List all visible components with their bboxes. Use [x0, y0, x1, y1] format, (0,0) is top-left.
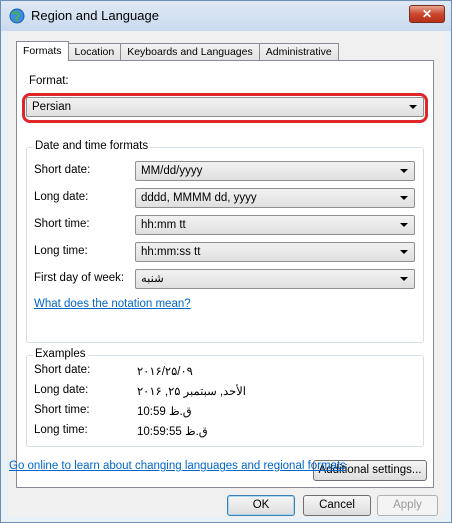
chevron-down-icon	[409, 105, 417, 109]
ok-button[interactable]: OK	[227, 495, 295, 516]
cancel-button[interactable]: Cancel	[303, 495, 371, 516]
example-long-time-label: Long time:	[34, 424, 88, 436]
examples-group: Examples Short date: ۲۰۱۶/۲۵/۰۹ Long dat…	[26, 348, 424, 447]
region-language-dialog: Region and Language ✕ Formats Location K…	[0, 0, 452, 523]
long-time-value: hh:mm:ss tt	[141, 246, 201, 258]
example-long-date-value: الأحد, سبتمبر ۲۵, ۲۰۱۶	[137, 386, 246, 398]
long-time-label: Long time:	[34, 245, 88, 257]
long-date-label: Long date:	[34, 191, 89, 203]
apply-button[interactable]: Apply	[377, 495, 438, 516]
formats-panel: Format: Persian Date and time formats Sh…	[16, 60, 434, 488]
chevron-down-icon	[400, 169, 408, 173]
format-select[interactable]: Persian	[26, 97, 424, 117]
online-help-link[interactable]: Go online to learn about changing langua…	[9, 460, 346, 472]
example-short-date-value: ۲۰۱۶/۲۵/۰۹	[137, 366, 193, 378]
first-day-select[interactable]: شنبه	[135, 269, 415, 289]
chevron-down-icon	[400, 277, 408, 281]
title-bar: Region and Language ✕	[1, 1, 451, 31]
long-date-select[interactable]: dddd, MMMM dd, yyyy	[135, 188, 415, 208]
chevron-down-icon	[400, 196, 408, 200]
close-icon: ✕	[421, 7, 433, 21]
short-time-value: hh:mm tt	[141, 219, 186, 231]
short-date-label: Short date:	[34, 164, 91, 176]
short-time-label: Short time:	[34, 218, 90, 230]
long-time-select[interactable]: hh:mm:ss tt	[135, 242, 415, 262]
close-button[interactable]: ✕	[409, 5, 445, 23]
short-time-select[interactable]: hh:mm tt	[135, 215, 415, 235]
date-time-formats-group: Date and time formats Short date: MM/dd/…	[26, 140, 424, 343]
globe-icon	[9, 8, 25, 24]
dialog-body: Formats Location Keyboards and Languages…	[8, 31, 444, 517]
example-long-date-label: Long date:	[34, 384, 89, 396]
tab-location[interactable]: Location	[67, 43, 122, 60]
example-long-time-value: ق.ظ 10:59:55	[137, 426, 208, 438]
format-label: Format:	[29, 75, 69, 87]
examples-group-title: Examples	[33, 348, 88, 360]
example-short-time-label: Short time:	[34, 404, 90, 416]
first-day-label: First day of week:	[34, 272, 125, 284]
tab-keyboards-languages[interactable]: Keyboards and Languages	[120, 43, 260, 60]
tab-administrative[interactable]: Administrative	[258, 43, 339, 60]
long-date-value: dddd, MMMM dd, yyyy	[141, 192, 257, 204]
example-short-date-label: Short date:	[34, 364, 91, 376]
first-day-value: شنبه	[141, 273, 164, 285]
window-title: Region and Language	[31, 8, 159, 23]
chevron-down-icon	[400, 223, 408, 227]
example-short-time-value: ق.ظ 10:59	[137, 406, 192, 418]
format-select-value: Persian	[32, 101, 71, 113]
tab-formats[interactable]: Formats	[16, 41, 69, 61]
short-date-value: MM/dd/yyyy	[141, 165, 203, 177]
notation-help-link[interactable]: What does the notation mean?	[34, 298, 191, 310]
date-time-group-title: Date and time formats	[33, 140, 151, 152]
tab-strip: Formats Location Keyboards and Languages…	[16, 41, 339, 61]
chevron-down-icon	[400, 250, 408, 254]
short-date-select[interactable]: MM/dd/yyyy	[135, 161, 415, 181]
